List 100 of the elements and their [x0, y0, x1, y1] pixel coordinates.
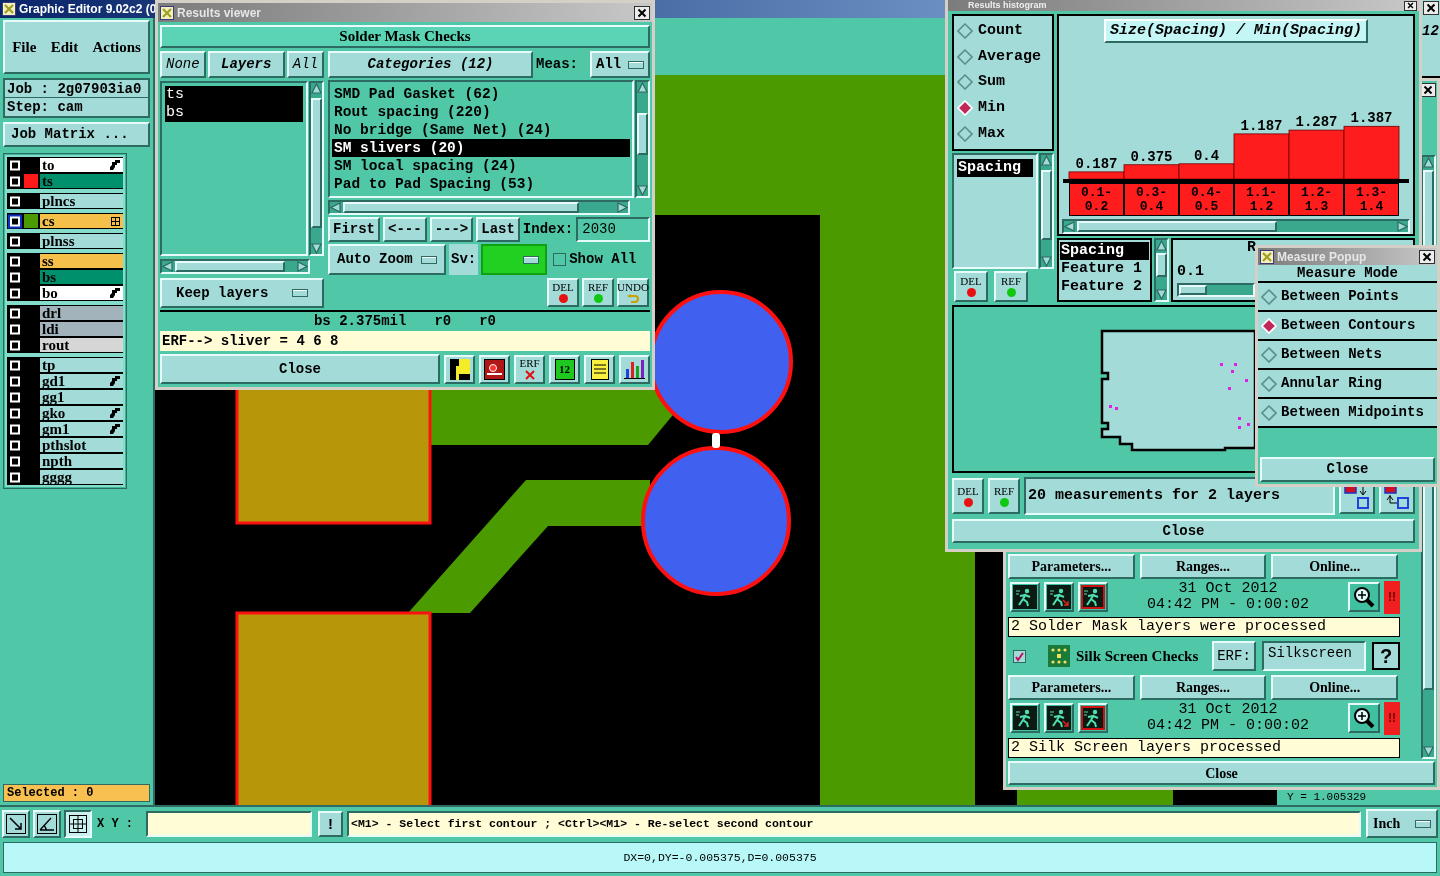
up-arrow-icon[interactable] — [637, 82, 648, 93]
zoom-button[interactable] — [1348, 703, 1380, 733]
layer-button[interactable]: plnss — [40, 234, 123, 248]
scrollbar-thumb[interactable] — [1077, 221, 1277, 232]
category-item[interactable]: SM local spacing (24) — [332, 157, 630, 175]
left-arrow-icon[interactable] — [162, 261, 173, 272]
check-option-button[interactable]: Ranges... — [1139, 554, 1267, 579]
layer-button[interactable]: gko — [40, 406, 123, 420]
run-button[interactable] — [1044, 703, 1074, 733]
run-button[interactable] — [1010, 703, 1040, 733]
scrollbar-thumb[interactable] — [1041, 170, 1052, 240]
radio-option[interactable]: Min — [954, 99, 1052, 118]
check-option-button[interactable]: Online... — [1271, 554, 1398, 579]
layer-button[interactable]: gd1 — [40, 374, 123, 388]
left-arrow-icon[interactable] — [1064, 221, 1075, 232]
scrollbar-thumb[interactable] — [175, 261, 285, 272]
layer-button[interactable]: plncs — [40, 194, 123, 208]
list-item[interactable]: ts — [165, 86, 303, 104]
down-arrow-icon[interactable] — [1156, 289, 1167, 300]
chart-button[interactable] — [619, 354, 650, 384]
range-slider[interactable] — [1177, 283, 1255, 297]
horizontal-scrollbar[interactable] — [160, 259, 310, 274]
layer-button[interactable]: to — [40, 158, 123, 172]
menu-item[interactable]: Actions — [92, 35, 141, 59]
run-button[interactable] — [1010, 582, 1040, 612]
down-arrow-icon[interactable] — [637, 185, 648, 196]
category-item[interactable]: SMD Pad Gasket (62) — [332, 85, 630, 103]
categories-button[interactable]: Categories (12) — [328, 51, 533, 78]
meas-dropdown[interactable]: All — [590, 51, 650, 78]
color-dropdown[interactable] — [481, 244, 548, 275]
layer-button[interactable]: pthslot — [40, 438, 123, 452]
category-item[interactable]: No bridge (Same Net) (24) — [332, 121, 630, 139]
action-button[interactable]: DEL — [954, 271, 988, 302]
up-arrow-icon[interactable] — [1156, 240, 1167, 251]
zoom-button[interactable] — [1348, 582, 1380, 612]
close-dialog-button[interactable]: Close — [1008, 761, 1435, 785]
right-arrow-icon[interactable] — [297, 261, 308, 272]
menu-item[interactable]: Edit — [50, 35, 79, 59]
filter-button[interactable]: Layers — [207, 51, 285, 78]
undo-button[interactable]: UNDO — [617, 278, 649, 307]
slider-thumb[interactable] — [1179, 285, 1207, 295]
job-matrix-button[interactable]: Job Matrix ... — [3, 122, 150, 147]
menu-item[interactable]: File — [12, 35, 37, 59]
close-button[interactable] — [1404, 0, 1417, 11]
up-arrow-icon[interactable] — [1041, 155, 1052, 166]
right-arrow-icon[interactable] — [1397, 221, 1408, 232]
radio-option[interactable]: Between Points — [1258, 283, 1437, 312]
category-item[interactable]: Pad to Pad Spacing (53) — [332, 175, 630, 193]
vertical-scrollbar[interactable] — [1039, 153, 1054, 269]
close-button[interactable] — [634, 5, 650, 20]
layer-button[interactable]: ldi — [40, 322, 123, 336]
action-button[interactable]: DEL — [952, 478, 984, 514]
layer-button[interactable]: cs — [40, 214, 123, 228]
up-arrow-icon[interactable] — [1423, 157, 1434, 168]
horizontal-scrollbar[interactable] — [328, 200, 630, 215]
index-field[interactable]: 2030 — [576, 217, 650, 242]
radio-option[interactable]: Annular Ring — [1258, 370, 1437, 399]
check-option-button[interactable]: Parameters... — [1008, 675, 1135, 700]
nav-button[interactable]: ---> — [429, 217, 474, 242]
radio-option[interactable]: Max — [954, 125, 1052, 144]
alert-button[interactable]: ! — [318, 810, 343, 837]
filter-button[interactable]: All — [286, 51, 324, 78]
action-button[interactable]: REF — [988, 478, 1020, 514]
run-button[interactable] — [1044, 582, 1074, 612]
right-arrow-icon[interactable] — [617, 202, 628, 213]
layer-button[interactable]: bo — [40, 286, 123, 300]
layer-button[interactable]: npth — [40, 454, 123, 468]
close-dialog-button[interactable]: Close — [952, 519, 1415, 543]
close-button[interactable] — [1422, 1, 1439, 15]
scrollbar-thumb[interactable] — [343, 202, 579, 213]
run-button[interactable] — [1078, 703, 1108, 733]
help-button[interactable]: ? — [1372, 642, 1400, 670]
units-dropdown[interactable]: Inch — [1366, 809, 1438, 838]
action-button[interactable]: DEL — [547, 278, 579, 307]
list-item[interactable]: bs — [165, 104, 303, 122]
nav-button[interactable]: First — [328, 217, 380, 242]
layer-button[interactable]: gm1 — [40, 422, 123, 436]
down-arrow-icon[interactable] — [1423, 746, 1434, 757]
up-arrow-icon[interactable] — [311, 83, 322, 94]
radio-option[interactable]: Between Midpoints — [1258, 399, 1437, 428]
horizontal-scrollbar[interactable] — [1062, 219, 1410, 234]
radio-option[interactable]: Count — [954, 21, 1052, 40]
erf-toggle-button[interactable]: ERF — [514, 354, 545, 384]
category-item[interactable]: SM slivers (20) — [332, 139, 630, 157]
checkbox[interactable] — [7, 213, 23, 229]
measure-tool-button[interactable] — [33, 809, 61, 838]
action-button[interactable]: REF — [582, 278, 614, 307]
check-option-button[interactable]: Online... — [1271, 675, 1398, 700]
check-option-button[interactable]: Ranges... — [1139, 675, 1267, 700]
action-button[interactable]: REF — [994, 271, 1028, 302]
vertical-scrollbar[interactable] — [635, 80, 650, 198]
checkbox[interactable] — [1013, 649, 1026, 663]
close-dialog-button[interactable]: Close — [160, 354, 440, 384]
marker-button[interactable] — [479, 354, 510, 384]
show-all-toggle[interactable]: Show All — [553, 249, 637, 270]
run-button[interactable] — [1078, 582, 1108, 612]
grid-button[interactable] — [64, 809, 92, 838]
vertical-scrollbar[interactable] — [1154, 238, 1169, 302]
zoom-mode-dropdown[interactable]: Auto Zoom — [328, 244, 446, 275]
down-arrow-icon[interactable] — [1041, 256, 1052, 267]
